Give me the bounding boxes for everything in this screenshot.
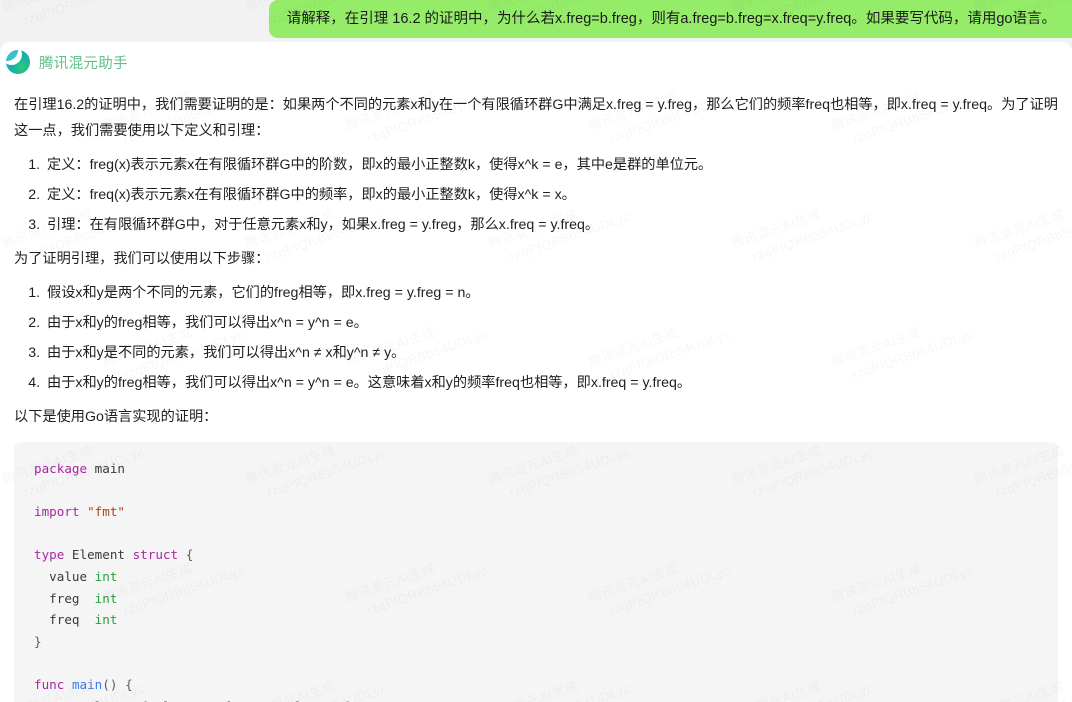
- assistant-message-body: 在引理16.2的证明中，我们需要证明的是：如果两个不同的元素x和y在一个有限循环…: [0, 82, 1072, 702]
- steps-lead-paragraph: 为了证明引理，我们可以使用以下步骤：: [14, 251, 270, 267]
- list-item: 定义：freg(x)表示元素x在有限循环群G中的阶数，即x的最小正整数k，使得x…: [44, 152, 1058, 178]
- code-lead-paragraph: 以下是使用Go语言实现的证明：: [14, 409, 218, 425]
- list-item: 定义：freq(x)表示元素x在有限循环群G中的频率，即x的最小正整数k，使得x…: [44, 182, 1058, 208]
- list-item: 引理：在有限循环群G中，对于任意元素x和y，如果x.freg = y.freg，…: [44, 212, 1058, 238]
- assistant-header: 腾讯混元助手: [0, 42, 1072, 82]
- user-message-row: 请解释，在引理 16.2 的证明中，为什么若x.freg=b.freg，则有a.…: [0, 0, 1072, 38]
- user-message-bubble[interactable]: 请解释，在引理 16.2 的证明中，为什么若x.freg=b.freg，则有a.…: [268, 0, 1072, 38]
- assistant-message-panel: 腾讯混元助手 在引理16.2的证明中，我们需要证明的是：如果两个不同的元素x和y…: [0, 42, 1072, 702]
- proof-steps-list: 假设x和y是两个不同的元素，它们的freg相等，即x.freg = y.freg…: [14, 280, 1058, 396]
- list-item: 由于x和y的freg相等，我们可以得出x^n = y^n = e。这意味着x和y…: [44, 370, 1058, 396]
- list-item: 由于x和y的freg相等，我们可以得出x^n = y^n = e。: [44, 310, 1058, 336]
- code-content: package main import "fmt" type Element s…: [34, 461, 353, 702]
- intro-paragraph: 在引理16.2的证明中，我们需要证明的是：如果两个不同的元素x和y在一个有限循环…: [14, 97, 1058, 139]
- code-block[interactable]: package main import "fmt" type Element s…: [14, 442, 1058, 702]
- list-item: 由于x和y是不同的元素，我们可以得出x^n ≠ x和y^n ≠ y。: [44, 340, 1058, 366]
- assistant-name: 腾讯混元助手: [39, 55, 128, 72]
- definitions-list: 定义：freg(x)表示元素x在有限循环群G中的阶数，即x的最小正整数k，使得x…: [14, 152, 1058, 238]
- hunyuan-logo-icon: [6, 50, 30, 74]
- chat-screen: 请解释，在引理 16.2 的证明中，为什么若x.freg=b.freg，则有a.…: [0, 0, 1072, 702]
- list-item: 假设x和y是两个不同的元素，它们的freg相等，即x.freg = y.freg…: [44, 280, 1058, 306]
